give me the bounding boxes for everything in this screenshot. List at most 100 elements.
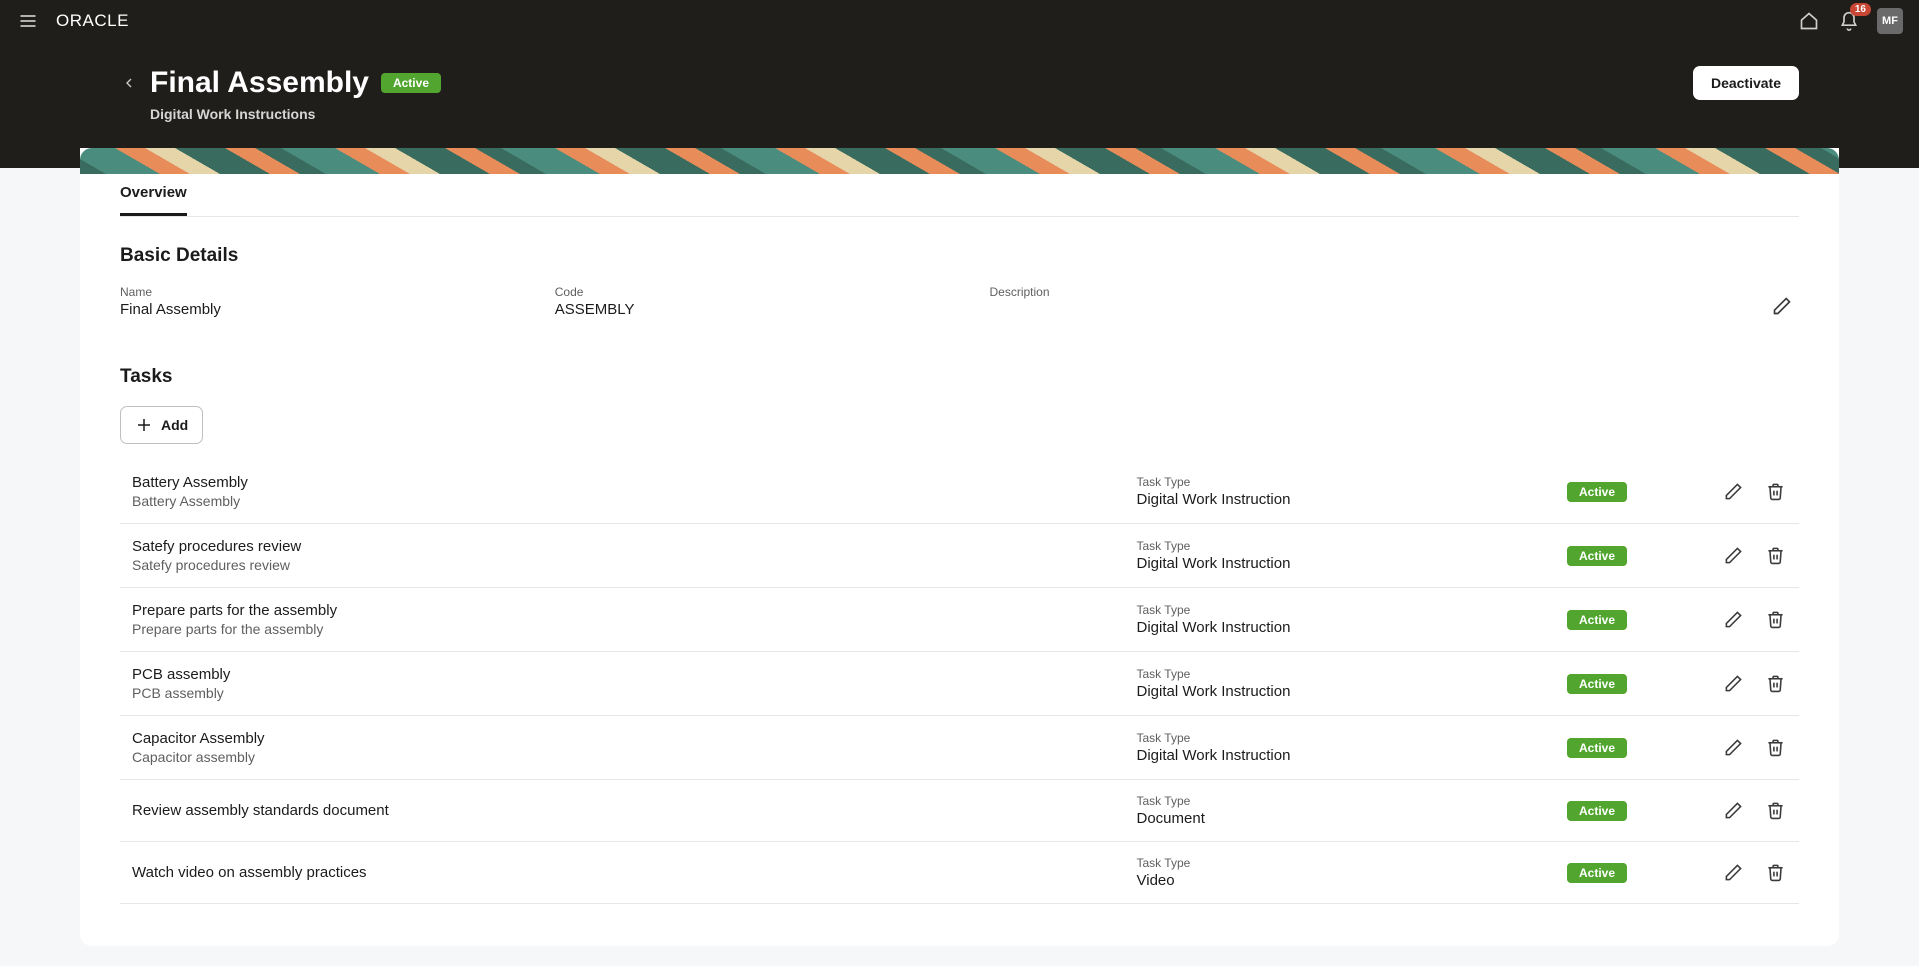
task-subtitle: Battery Assembly — [132, 493, 1137, 509]
detail-description-label: Description — [990, 285, 1365, 299]
back-chevron-icon[interactable] — [120, 74, 138, 92]
task-row: Prepare parts for the assembly Prepare p… — [120, 588, 1799, 652]
delete-task-button[interactable] — [1763, 861, 1787, 885]
page-subtitle: Digital Work Instructions — [150, 106, 1799, 122]
pencil-icon — [1724, 610, 1743, 629]
pencil-icon — [1724, 801, 1743, 820]
task-type-label: Task Type — [1137, 539, 1568, 553]
task-row: Capacitor Assembly Capacitor assembly Ta… — [120, 716, 1799, 780]
task-subtitle: Prepare parts for the assembly — [132, 621, 1137, 637]
delete-task-button[interactable] — [1763, 799, 1787, 823]
delete-task-button[interactable] — [1763, 672, 1787, 696]
trash-icon — [1766, 738, 1785, 757]
user-avatar[interactable]: MF — [1877, 8, 1903, 34]
tasks-title: Tasks — [120, 366, 1799, 388]
delete-task-button[interactable] — [1763, 608, 1787, 632]
task-row: Review assembly standards document Task … — [120, 780, 1799, 842]
task-type-label: Task Type — [1137, 731, 1568, 745]
pencil-icon — [1724, 546, 1743, 565]
task-title: Battery Assembly — [132, 474, 1137, 491]
task-status-badge: Active — [1567, 610, 1627, 630]
task-title: Capacitor Assembly — [132, 730, 1137, 747]
trash-icon — [1766, 610, 1785, 629]
task-subtitle: PCB assembly — [132, 685, 1137, 701]
task-type-label: Task Type — [1137, 603, 1568, 617]
trash-icon — [1766, 546, 1785, 565]
task-type-label: Task Type — [1137, 856, 1568, 870]
trash-icon — [1766, 674, 1785, 693]
task-type-label: Task Type — [1137, 475, 1568, 489]
task-subtitle: Capacitor assembly — [132, 749, 1137, 765]
notifications-icon[interactable]: 16 — [1837, 9, 1861, 33]
tasks-section: Tasks Add — [120, 366, 1799, 904]
basic-details-title: Basic Details — [120, 245, 1799, 267]
oracle-logo[interactable]: ORACLE — [56, 11, 129, 31]
pencil-icon — [1772, 296, 1792, 316]
task-type-value: Document — [1137, 810, 1568, 827]
task-title: Review assembly standards document — [132, 802, 1137, 819]
task-title: Satefy procedures review — [132, 538, 1137, 555]
task-status-badge: Active — [1567, 863, 1627, 883]
tab-overview[interactable]: Overview — [120, 176, 187, 216]
task-title: Watch video on assembly practices — [132, 864, 1137, 881]
status-badge: Active — [381, 73, 441, 93]
task-type-value: Digital Work Instruction — [1137, 619, 1568, 636]
task-type-value: Digital Work Instruction — [1137, 747, 1568, 764]
task-subtitle: Satefy procedures review — [132, 557, 1137, 573]
trash-icon — [1766, 482, 1785, 501]
task-row: Satefy procedures review Satefy procedur… — [120, 524, 1799, 588]
edit-basic-details-button[interactable] — [1765, 289, 1799, 323]
pencil-icon — [1724, 674, 1743, 693]
delete-task-button[interactable] — [1763, 736, 1787, 760]
add-task-button[interactable]: Add — [120, 406, 203, 444]
basic-details-grid: Name Final Assembly Code ASSEMBLY Descri… — [120, 285, 1799, 318]
edit-task-button[interactable] — [1721, 480, 1745, 504]
topbar: ORACLE 16 MF — [0, 0, 1919, 42]
task-type-value: Digital Work Instruction — [1137, 491, 1568, 508]
content-card: Overview Basic Details Name Final Assemb… — [80, 148, 1839, 946]
task-row: Battery Assembly Battery Assembly Task T… — [120, 460, 1799, 524]
detail-name-label: Name — [120, 285, 495, 299]
task-title: Prepare parts for the assembly — [132, 602, 1137, 619]
plus-icon — [135, 416, 153, 434]
delete-task-button[interactable] — [1763, 544, 1787, 568]
home-icon[interactable] — [1797, 9, 1821, 33]
page-header: Final Assembly Active Deactivate Digital… — [0, 42, 1919, 146]
task-title: PCB assembly — [132, 666, 1137, 683]
detail-code-value: ASSEMBLY — [555, 301, 930, 318]
tab-bar: Overview — [120, 176, 1799, 217]
pencil-icon — [1724, 738, 1743, 757]
trash-icon — [1766, 863, 1785, 882]
hamburger-menu-icon[interactable] — [16, 9, 40, 33]
notification-count-badge: 16 — [1850, 3, 1871, 16]
deactivate-button[interactable]: Deactivate — [1693, 66, 1799, 100]
task-status-badge: Active — [1567, 482, 1627, 502]
edit-task-button[interactable] — [1721, 799, 1745, 823]
page-body: Overview Basic Details Name Final Assemb… — [0, 168, 1919, 966]
edit-task-button[interactable] — [1721, 672, 1745, 696]
trash-icon — [1766, 801, 1785, 820]
delete-task-button[interactable] — [1763, 480, 1787, 504]
task-type-label: Task Type — [1137, 667, 1568, 681]
page-title: Final Assembly — [150, 66, 369, 100]
pencil-icon — [1724, 482, 1743, 501]
task-type-label: Task Type — [1137, 794, 1568, 808]
add-task-label: Add — [161, 417, 188, 433]
detail-name-value: Final Assembly — [120, 301, 495, 318]
edit-task-button[interactable] — [1721, 608, 1745, 632]
task-type-value: Video — [1137, 872, 1568, 889]
edit-task-button[interactable] — [1721, 861, 1745, 885]
pencil-icon — [1724, 863, 1743, 882]
task-status-badge: Active — [1567, 801, 1627, 821]
detail-code-label: Code — [555, 285, 930, 299]
task-status-badge: Active — [1567, 546, 1627, 566]
task-row: Watch video on assembly practices Task T… — [120, 842, 1799, 904]
task-list: Battery Assembly Battery Assembly Task T… — [120, 460, 1799, 904]
task-status-badge: Active — [1567, 674, 1627, 694]
edit-task-button[interactable] — [1721, 736, 1745, 760]
task-row: PCB assembly PCB assembly Task Type Digi… — [120, 652, 1799, 716]
task-type-value: Digital Work Instruction — [1137, 683, 1568, 700]
task-type-value: Digital Work Instruction — [1137, 555, 1568, 572]
edit-task-button[interactable] — [1721, 544, 1745, 568]
task-status-badge: Active — [1567, 738, 1627, 758]
